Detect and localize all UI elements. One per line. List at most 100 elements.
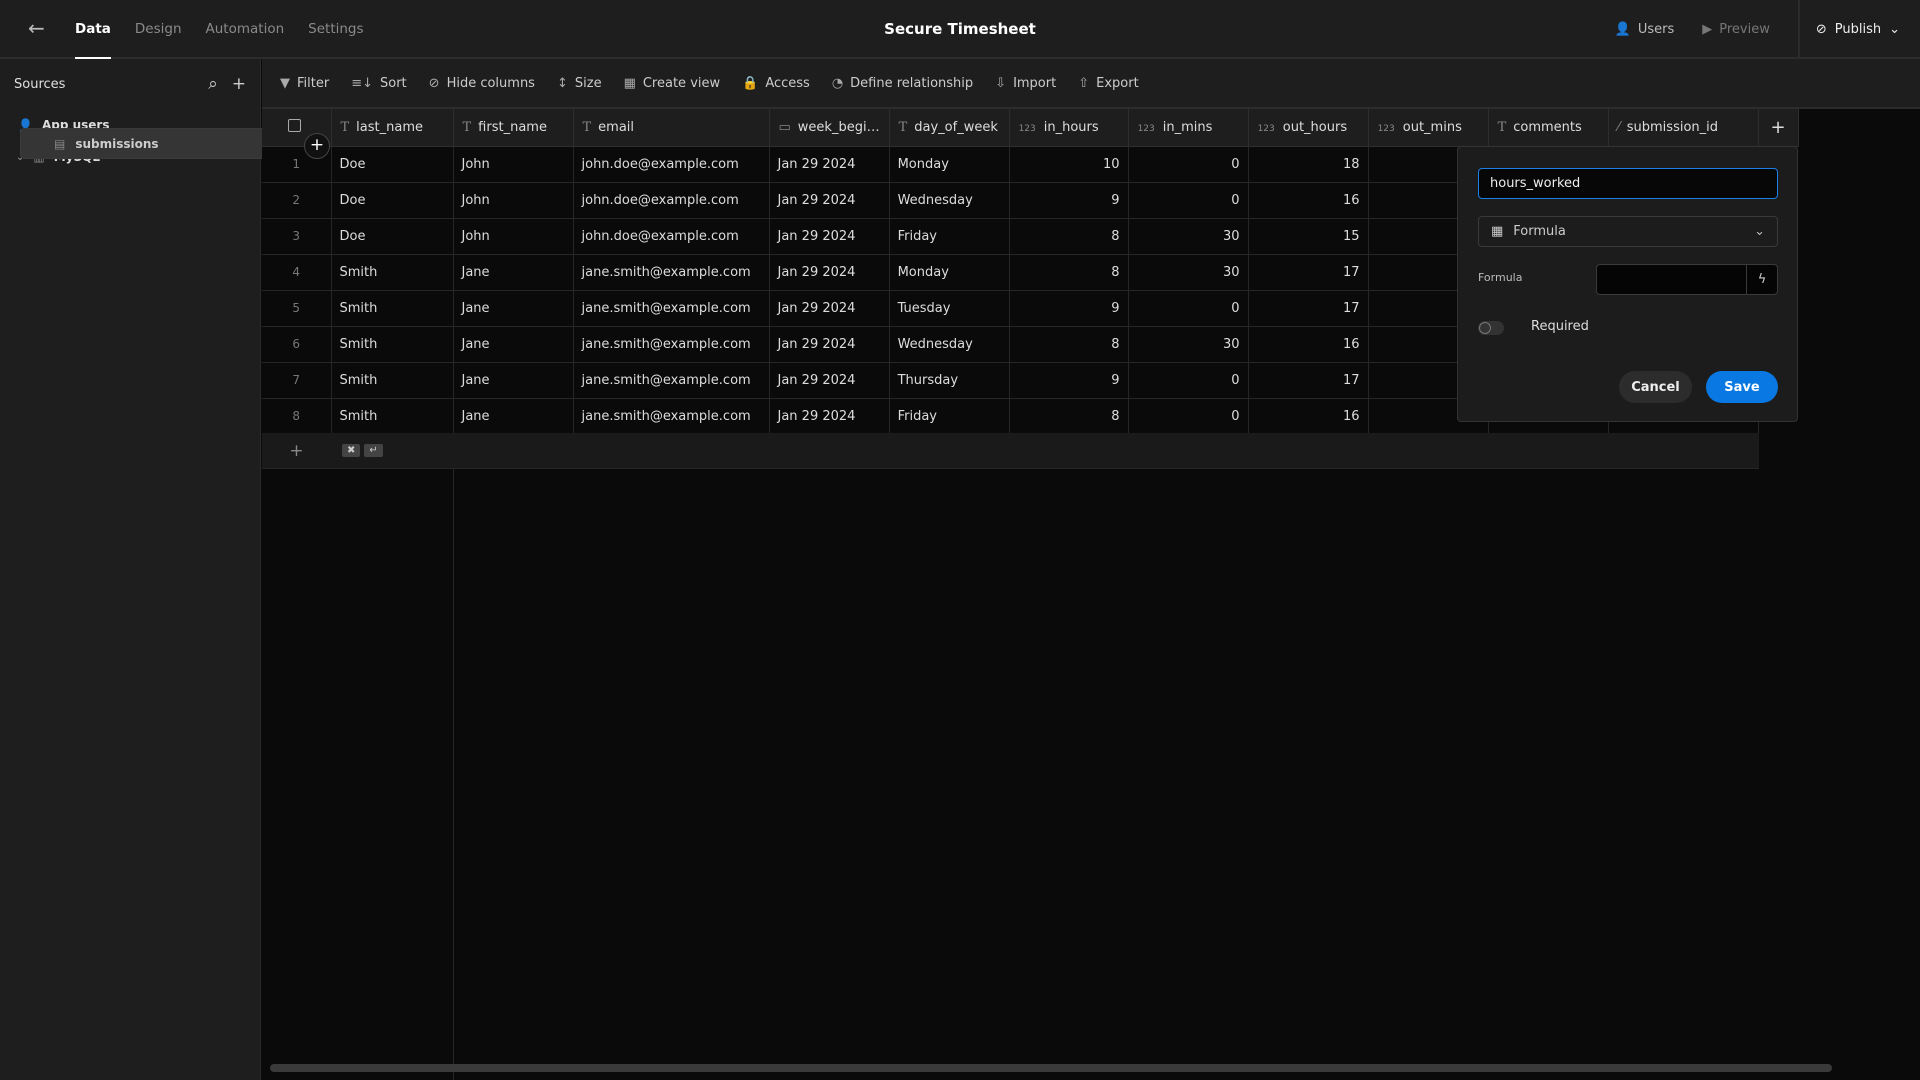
- cell[interactable]: 30: [1128, 326, 1249, 363]
- cell[interactable]: 16: [1248, 398, 1369, 435]
- toolbar-filter-button[interactable]: ▼ Filter: [280, 76, 329, 91]
- cell[interactable]: John: [453, 146, 574, 183]
- cell[interactable]: Friday: [889, 218, 1010, 255]
- cell[interactable]: Friday: [889, 398, 1010, 435]
- cell[interactable]: Jan 29 2024: [769, 182, 890, 219]
- toolbar-export-button[interactable]: ⇧ Export: [1078, 76, 1138, 91]
- cell[interactable]: Jan 29 2024: [769, 218, 890, 255]
- toolbar-hide-columns-button[interactable]: ⊘ Hide columns: [429, 76, 535, 91]
- cell[interactable]: 17: [1248, 254, 1369, 291]
- row-number[interactable]: 6: [262, 326, 332, 363]
- cell[interactable]: Smith: [331, 398, 454, 435]
- column-header-submission_id[interactable]: ⁄ submission_id: [1608, 109, 1759, 147]
- cell[interactable]: John: [453, 182, 574, 219]
- row-number[interactable]: 4: [262, 254, 332, 291]
- column-header-email[interactable]: Temail: [573, 109, 770, 147]
- add-column-button[interactable]: +: [1758, 109, 1799, 147]
- cell[interactable]: 30: [1128, 254, 1249, 291]
- tab-automation[interactable]: Automation: [206, 0, 285, 59]
- cell[interactable]: john.doe@example.com: [573, 218, 770, 255]
- cell[interactable]: John: [453, 218, 574, 255]
- cell[interactable]: jane.smith@example.com: [573, 398, 770, 435]
- cell[interactable]: john.doe@example.com: [573, 146, 770, 183]
- cancel-button[interactable]: Cancel: [1619, 371, 1692, 403]
- cell[interactable]: Monday: [889, 254, 1010, 291]
- formula-input[interactable]: [1597, 265, 1746, 294]
- cell[interactable]: Jane: [453, 398, 574, 435]
- cell[interactable]: 15: [1248, 218, 1369, 255]
- cell[interactable]: Jan 29 2024: [769, 290, 890, 327]
- row-number[interactable]: 3: [262, 218, 332, 255]
- cell[interactable]: Tuesday: [889, 290, 1010, 327]
- tab-settings[interactable]: Settings: [308, 0, 363, 59]
- row-number[interactable]: 7: [262, 362, 332, 399]
- cell[interactable]: Jan 29 2024: [769, 146, 890, 183]
- column-header-out_mins[interactable]: 123 out_mins: [1368, 109, 1489, 147]
- cell[interactable]: Smith: [331, 362, 454, 399]
- cell[interactable]: Jane: [453, 326, 574, 363]
- add-row-circle-button[interactable]: +: [304, 133, 330, 159]
- cell[interactable]: 0: [1128, 146, 1249, 183]
- users-button[interactable]: 👤 Users: [1615, 22, 1675, 37]
- cell[interactable]: 8: [1009, 398, 1129, 435]
- cell[interactable]: Jane: [453, 290, 574, 327]
- cell[interactable]: Jan 29 2024: [769, 398, 890, 435]
- column-header-day_of_week[interactable]: Tday_of_week: [889, 109, 1010, 147]
- cell[interactable]: Monday: [889, 146, 1010, 183]
- tab-data[interactable]: Data: [75, 0, 111, 59]
- cell[interactable]: Thursday: [889, 362, 1010, 399]
- publish-button[interactable]: ⊘ Publish ⌄: [1797, 0, 1920, 59]
- cell[interactable]: jane.smith@example.com: [573, 326, 770, 363]
- cell[interactable]: 9: [1009, 182, 1129, 219]
- cell[interactable]: john.doe@example.com: [573, 182, 770, 219]
- cell[interactable]: Doe: [331, 182, 454, 219]
- toolbar-size-button[interactable]: ↕ Size: [557, 76, 602, 91]
- add-source-icon[interactable]: +: [232, 74, 246, 94]
- cell[interactable]: 17: [1248, 362, 1369, 399]
- cell[interactable]: 16: [1248, 182, 1369, 219]
- row-number[interactable]: 2: [262, 182, 332, 219]
- cell[interactable]: Jan 29 2024: [769, 362, 890, 399]
- cell[interactable]: 0: [1128, 362, 1249, 399]
- toolbar-define-relationship-button[interactable]: ◔ Define relationship: [832, 76, 973, 91]
- cell[interactable]: Jan 29 2024: [769, 326, 890, 363]
- toolbar-sort-button[interactable]: ≡↓ Sort: [351, 76, 406, 91]
- column-header-week_begi[interactable]: ▭ week_begi…: [769, 109, 890, 147]
- column-header-in_mins[interactable]: 123 in_mins: [1128, 109, 1249, 147]
- column-header-first_name[interactable]: Tfirst_name: [453, 109, 574, 147]
- column-header-comments[interactable]: Tcomments: [1488, 109, 1609, 147]
- cell[interactable]: 8: [1009, 218, 1129, 255]
- cell[interactable]: 8: [1009, 326, 1129, 363]
- cell[interactable]: 0: [1128, 290, 1249, 327]
- horizontal-scrollbar[interactable]: [270, 1064, 1832, 1072]
- required-toggle[interactable]: [1478, 321, 1504, 335]
- save-button[interactable]: Save: [1706, 371, 1778, 403]
- cell[interactable]: 8: [1009, 254, 1129, 291]
- tab-design[interactable]: Design: [135, 0, 182, 59]
- toolbar-create-view-button[interactable]: ▦ Create view: [624, 76, 721, 91]
- cell[interactable]: Doe: [331, 146, 454, 183]
- cell[interactable]: 18: [1248, 146, 1369, 183]
- cell[interactable]: Smith: [331, 254, 454, 291]
- column-header-last_name[interactable]: Tlast_name: [331, 109, 454, 147]
- row-number[interactable]: 8: [262, 398, 332, 435]
- column-header-out_hours[interactable]: 123 out_hours: [1248, 109, 1369, 147]
- enter-key-icon[interactable]: ↵: [364, 444, 383, 457]
- cell[interactable]: Smith: [331, 326, 454, 363]
- delete-key-icon[interactable]: ✖: [342, 444, 361, 457]
- cell[interactable]: 9: [1009, 362, 1129, 399]
- back-arrow-icon[interactable]: ←: [28, 16, 45, 40]
- cell[interactable]: jane.smith@example.com: [573, 362, 770, 399]
- column-name-input[interactable]: hours_worked: [1478, 168, 1778, 199]
- preview-button[interactable]: ▶ Preview: [1702, 22, 1770, 37]
- add-row-button[interactable]: +: [262, 441, 331, 461]
- toolbar-import-button[interactable]: ⇩ Import: [995, 76, 1056, 91]
- cell[interactable]: jane.smith@example.com: [573, 290, 770, 327]
- cell[interactable]: Wednesday: [889, 326, 1010, 363]
- cell[interactable]: 16: [1248, 326, 1369, 363]
- row-number[interactable]: 5: [262, 290, 332, 327]
- cell[interactable]: Smith: [331, 290, 454, 327]
- cell[interactable]: Jan 29 2024: [769, 254, 890, 291]
- cell[interactable]: 0: [1128, 182, 1249, 219]
- cell[interactable]: jane.smith@example.com: [573, 254, 770, 291]
